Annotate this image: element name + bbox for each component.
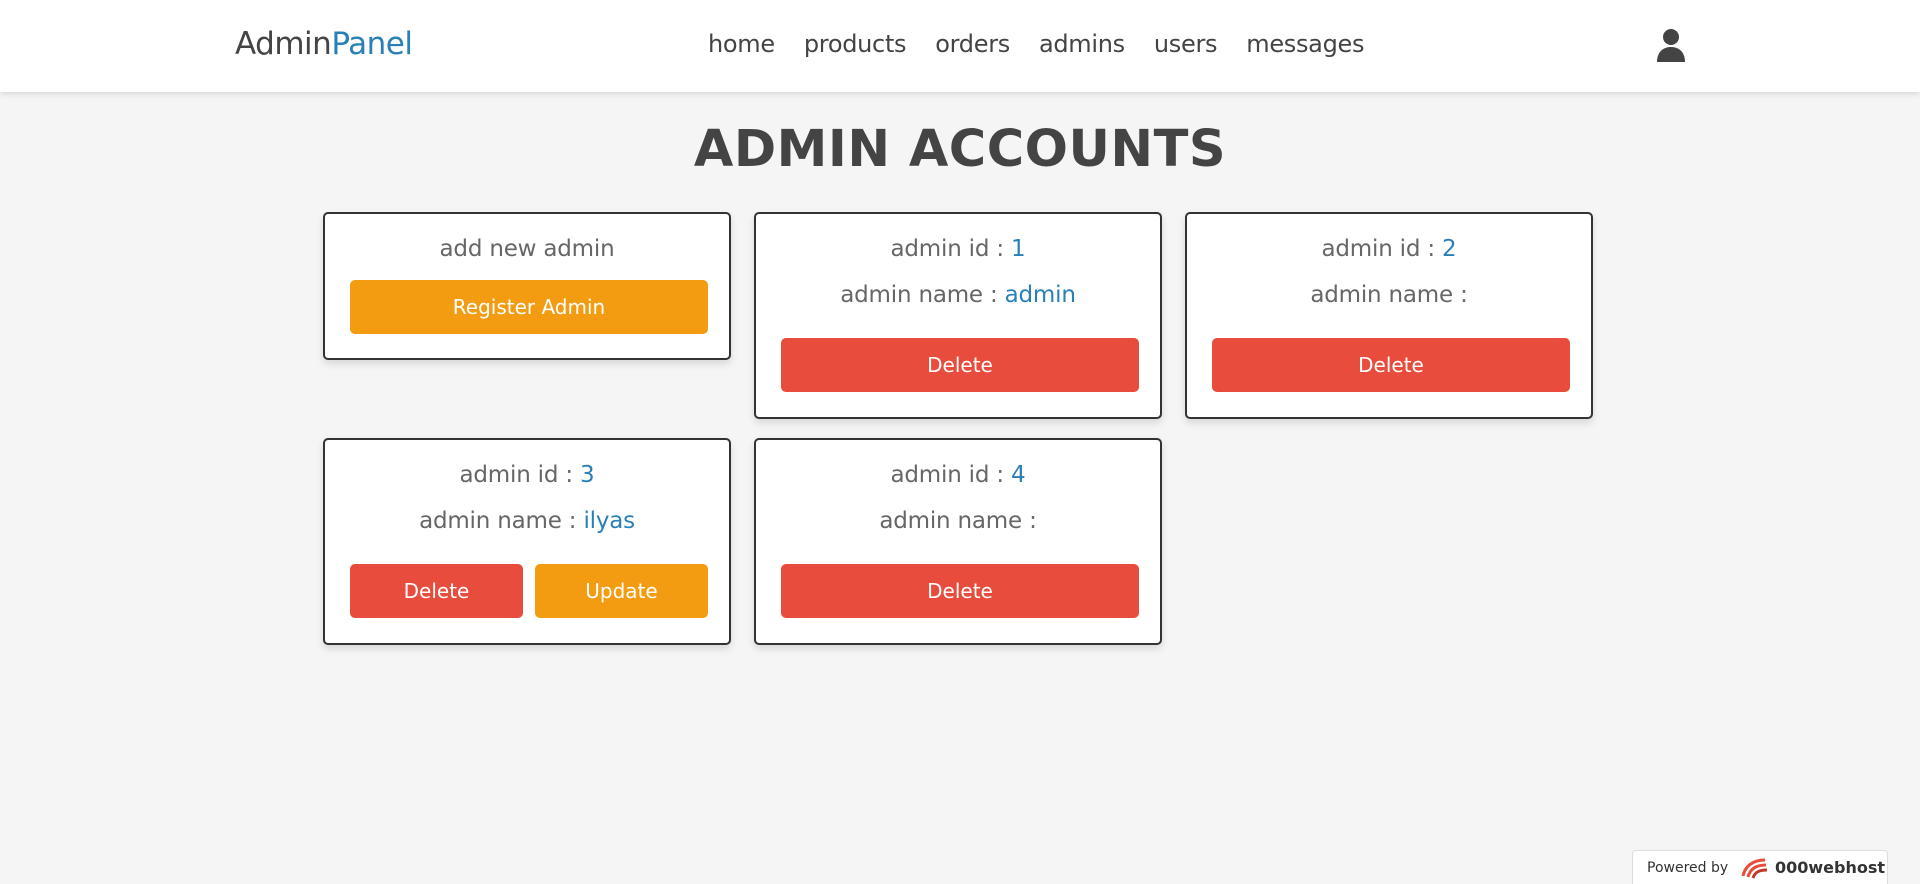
- delete-button[interactable]: Delete: [1212, 338, 1570, 392]
- admin-name: admin name : admin: [840, 282, 1076, 308]
- register-admin-button[interactable]: Register Admin: [350, 280, 708, 334]
- admin-id: admin id : 4: [890, 462, 1026, 488]
- admin-name: admin name :: [879, 508, 1037, 534]
- admin-id-value: 3: [580, 462, 595, 488]
- powered-by-badge[interactable]: Powered by 000webhost: [1632, 850, 1888, 884]
- admin-name-value: admin: [1004, 282, 1076, 308]
- nav-home[interactable]: home: [708, 30, 775, 58]
- admin-name: admin name : ilyas: [419, 508, 635, 534]
- webhost-logo-icon: [1741, 858, 1768, 879]
- page-title: ADMIN ACCOUNTS: [693, 120, 1227, 179]
- navbar: home products orders admins users messag…: [708, 30, 1365, 58]
- user-icon-glyph: [1657, 29, 1685, 62]
- add-admin-text: add new admin: [439, 236, 615, 262]
- header: AdminPanel home products orders admins u…: [0, 0, 1920, 92]
- admin-name: admin name :: [1310, 282, 1468, 308]
- powered-by-text: Powered by: [1647, 860, 1729, 876]
- logo-accent: Panel: [331, 26, 413, 62]
- webhost-name: 000webhost: [1775, 858, 1886, 877]
- logo[interactable]: AdminPanel: [235, 26, 413, 62]
- update-button[interactable]: Update: [535, 564, 708, 618]
- admin-card: admin id : 2 admin name : Delete: [1185, 212, 1593, 419]
- nav-messages[interactable]: messages: [1246, 30, 1364, 58]
- nav-admins[interactable]: admins: [1039, 30, 1125, 58]
- admin-card: admin id : 3 admin name : ilyas Delete U…: [323, 438, 731, 645]
- delete-button[interactable]: Delete: [781, 564, 1139, 618]
- admin-id-value: 1: [1011, 236, 1026, 262]
- delete-button[interactable]: Delete: [350, 564, 523, 618]
- nav-orders[interactable]: orders: [935, 30, 1010, 58]
- admin-card: admin id : 4 admin name : Delete: [754, 438, 1162, 645]
- admin-id-value: 2: [1442, 236, 1457, 262]
- nav-users[interactable]: users: [1154, 30, 1218, 58]
- user-icon[interactable]: [1655, 28, 1687, 62]
- admin-name-value: ilyas: [583, 508, 635, 534]
- nav-products[interactable]: products: [804, 30, 907, 58]
- admin-id-value: 4: [1011, 462, 1026, 488]
- admin-id: admin id : 1: [890, 236, 1026, 262]
- admin-id: admin id : 2: [1321, 236, 1457, 262]
- logo-main: Admin: [235, 26, 332, 62]
- admin-id: admin id : 3: [459, 462, 595, 488]
- delete-button[interactable]: Delete: [781, 338, 1139, 392]
- admin-card: admin id : 1 admin name : admin Delete: [754, 212, 1162, 419]
- add-admin-card: add new admin Register Admin: [323, 212, 731, 360]
